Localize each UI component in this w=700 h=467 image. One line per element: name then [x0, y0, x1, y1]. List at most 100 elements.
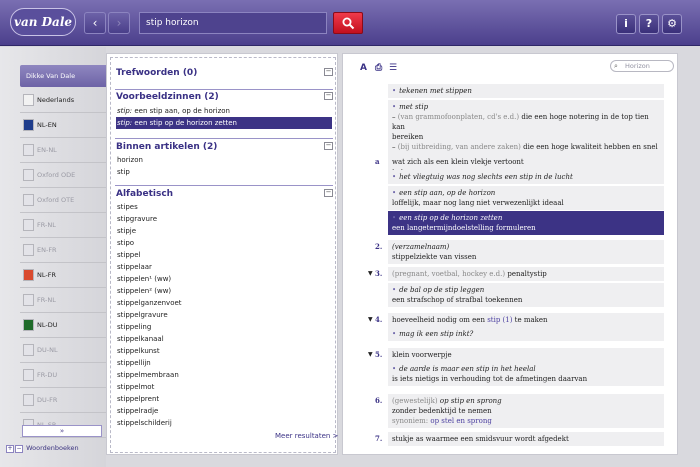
- search-icon: ⌕: [614, 62, 618, 70]
- expand-triangle-icon[interactable]: ▼: [368, 351, 373, 358]
- cross-reference-link[interactable]: stip (1): [487, 316, 512, 324]
- alphabetical-result-row[interactable]: stippelmembraan: [116, 369, 332, 381]
- dictionary-sidebar: Dikke Van Dale Nederlands NL-EN EN-NL Oxfor…: [0, 47, 106, 467]
- list-button[interactable]: ☰: [389, 63, 397, 73]
- sidebar-item[interactable]: DU-NL: [20, 338, 106, 363]
- alphabetical-result-row[interactable]: stippelgravure: [116, 309, 332, 321]
- alphabetical-result-row[interactable]: stipo: [116, 237, 332, 249]
- example-sentence-row[interactable]: stip: een stip aan, op de horizon: [116, 105, 332, 117]
- alphabetical-result-row[interactable]: stippelradje: [116, 405, 332, 417]
- sidebar-item[interactable]: NL-DU: [20, 313, 106, 338]
- section-binnen-title: Binnen artikelen (2): [116, 142, 218, 152]
- sidebar-item[interactable]: Oxford OTE: [20, 188, 106, 213]
- section-binnen-toggle[interactable]: −: [324, 142, 333, 150]
- gear-icon: ⚙: [667, 17, 677, 30]
- definition-text: hoeveelheid nodig om een: [392, 316, 488, 324]
- alphabetical-result-row[interactable]: stipgravure: [116, 213, 332, 225]
- add-dictionary-button[interactable]: +: [6, 445, 14, 453]
- sense-number: 4.: [375, 315, 383, 324]
- alphabetical-result-row[interactable]: stippelen¹ (ww): [116, 273, 332, 285]
- entry-line: (gewestelijk) op stip en sprong: [392, 396, 660, 406]
- article-result-row[interactable]: stip: [116, 166, 332, 178]
- search-input[interactable]: stip horizon: [139, 12, 327, 34]
- alphabetical-result-row[interactable]: stippelganzenvoet: [116, 297, 332, 309]
- sidebar-item[interactable]: FR-NL: [20, 288, 106, 313]
- alphabetical-result-row[interactable]: stippelkanaal: [116, 333, 332, 345]
- sidebar-item-label: DU-FR: [37, 396, 58, 404]
- flag-icon: [23, 94, 34, 106]
- alphabetical-result-row[interactable]: stippelkunst: [116, 345, 332, 357]
- usage-label: (gewestelijk): [392, 397, 438, 405]
- alphabetical-result-row[interactable]: stippelaar: [116, 261, 332, 273]
- sidebar-item-label: FR-NL: [37, 296, 56, 304]
- font-size-button[interactable]: A: [360, 63, 367, 73]
- alphabetical-result-row[interactable]: stippeling: [116, 321, 332, 333]
- van-dale-logo[interactable]: van Dale: [10, 8, 76, 36]
- section-trefwoorden-toggle[interactable]: −: [324, 68, 333, 76]
- sidebar-item[interactable]: FR-NL: [20, 213, 106, 238]
- flag-icon: [23, 219, 34, 231]
- sidebar-item-label: NL-FR: [37, 271, 56, 279]
- alphabetical-result-row[interactable]: stippelprent: [116, 393, 332, 405]
- article-entry: stukje as waarmee een smidsvuur wordt af…: [388, 432, 664, 446]
- dictionaries-link[interactable]: Woordenboeken: [26, 444, 79, 452]
- alphabetical-result-row[interactable]: stippellijn: [116, 357, 332, 369]
- settings-button[interactable]: ⚙: [662, 14, 682, 34]
- entry-line: een stip op de horizon zetten: [392, 213, 660, 223]
- article-entry: de aarde is maar een stip in het heelal i…: [388, 362, 664, 386]
- article-search-input[interactable]: ⌕ Horizon: [610, 60, 674, 72]
- section-alfabetisch-toggle[interactable]: −: [324, 189, 333, 197]
- entry-line: een strafschop of strafbal toekennen: [392, 295, 660, 305]
- sidebar-item[interactable]: DU-FR: [20, 388, 106, 413]
- definition-text: zonder bedenktijd te nemen: [392, 407, 492, 415]
- usage-label: (van grammofoonplaten, cd's e.d.): [397, 113, 520, 121]
- section-trefwoorden-title: Trefwoorden (0): [116, 68, 198, 78]
- definition-text: stippelziekte van vissen: [392, 253, 477, 261]
- flag-icon: [23, 194, 34, 206]
- remove-dictionary-button[interactable]: −: [15, 445, 23, 453]
- sidebar-item[interactable]: EN-FR: [20, 238, 106, 263]
- back-button[interactable]: ‹: [84, 12, 106, 34]
- article-entry: een stip aan, op de horizon loffelijk, ma…: [388, 186, 664, 210]
- article-result-row[interactable]: horizon: [116, 154, 332, 166]
- sense-number: 6.: [375, 396, 383, 405]
- entry-line: klein voorwerpje: [392, 350, 660, 360]
- more-results-link[interactable]: Meer resultaten >: [275, 432, 338, 440]
- alphabetical-result-row[interactable]: stippelen² (ww): [116, 285, 332, 297]
- alphabetical-result-row[interactable]: stippelmot: [116, 381, 332, 393]
- alphabetical-result-row[interactable]: stippelschilderij: [116, 417, 332, 429]
- forward-button[interactable]: ›: [108, 12, 130, 34]
- alphabetical-result-row[interactable]: stipje: [116, 225, 332, 237]
- sidebar-item[interactable]: FR-DU: [20, 363, 106, 388]
- sidebar-item[interactable]: NL-FR: [20, 263, 106, 288]
- definition-text: wat zich als een klein vlekje vertoont: [392, 158, 524, 166]
- article-panel: A ⎙ ☰ ⌕ Horizon tekenen met stippen met s…: [342, 53, 678, 455]
- sidebar-item[interactable]: EN-NL: [20, 138, 106, 163]
- article-entry: wat zich als een klein vlekje vertoont: [388, 155, 664, 169]
- alphabetical-result-row[interactable]: stipes: [116, 201, 332, 213]
- info-button[interactable]: i: [616, 14, 636, 34]
- expand-triangle-icon[interactable]: ▼: [368, 316, 373, 323]
- example-sentence-row[interactable]: stip: een stip op de horizon zetten: [116, 117, 332, 129]
- sidebar-item[interactable]: Oxford ODE: [20, 163, 106, 188]
- entry-line: met stip: [392, 102, 660, 112]
- sidebar-collapse-button[interactable]: »: [22, 425, 102, 437]
- cross-reference-link[interactable]: op stel en sprong: [430, 417, 491, 425]
- example-text: (verzamelnaam): [392, 243, 450, 251]
- article-entry: (pregnant, voetbal, hockey e.d.) penalty…: [388, 267, 664, 281]
- article-entry: (gewestelijk) op stip en sprong zonder be…: [388, 394, 664, 428]
- sidebar-item[interactable]: NL-EN: [20, 113, 106, 138]
- definition-text: loffelijk, maar nog lang niet verwezenli…: [392, 199, 564, 207]
- alphabetical-result-row[interactable]: stippel: [116, 249, 332, 261]
- help-button[interactable]: ?: [639, 14, 659, 34]
- sidebar-item-dikke-van-dale[interactable]: Dikke Van Dale: [20, 65, 106, 87]
- entry-line: een langetermijndoelstelling formuleren: [392, 223, 660, 233]
- print-button[interactable]: ⎙: [375, 63, 382, 73]
- sidebar-item-label: NL-DU: [37, 321, 58, 329]
- search-button[interactable]: [333, 12, 363, 34]
- sidebar-item[interactable]: Nederlands: [20, 88, 106, 113]
- section-voorbeeldzinnen-toggle[interactable]: −: [324, 92, 333, 100]
- expand-triangle-icon[interactable]: ▼: [368, 270, 373, 277]
- results-list: Trefwoorden (0) − Voorbeeldzinnen (2) − …: [110, 57, 338, 453]
- sense-number: 3.: [375, 269, 383, 278]
